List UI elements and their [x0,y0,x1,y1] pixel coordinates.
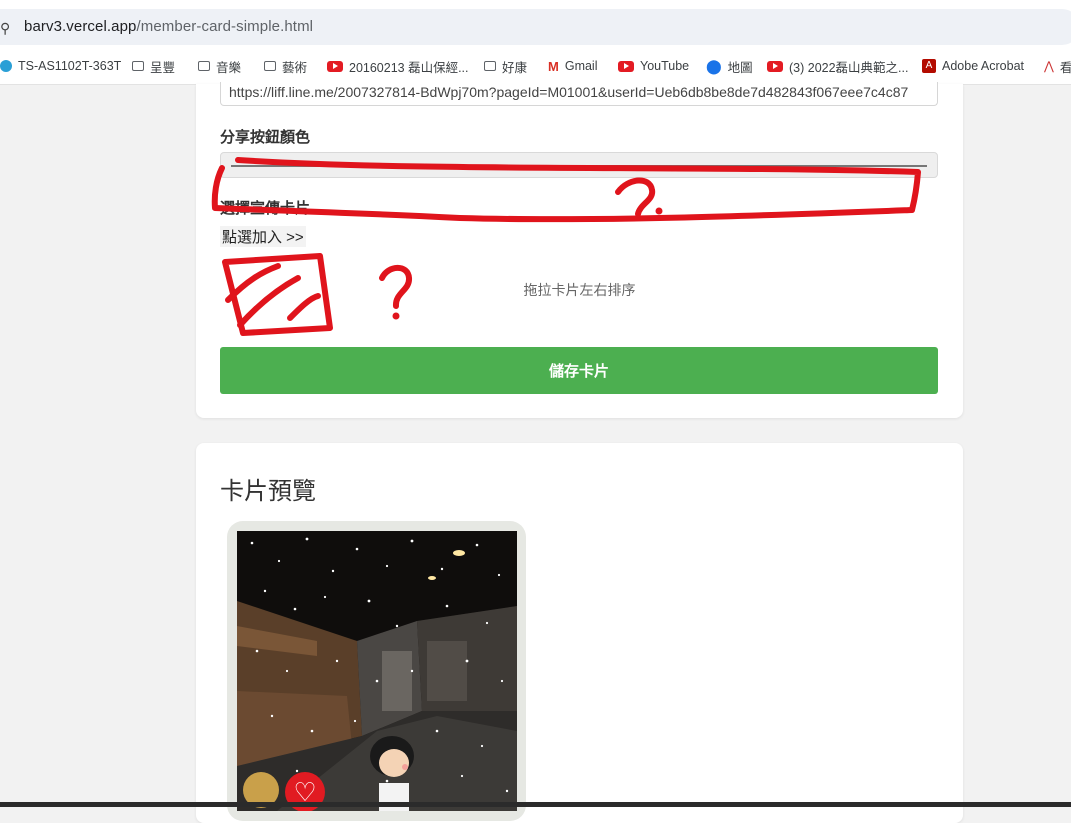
bookmark-video-1[interactable]: 20160213 磊山保經... [327,57,469,75]
maps-icon: ⬤ [706,57,722,74]
nas-icon [0,60,12,72]
bookmark-label: Gmail [564,59,598,73]
url-host: barv3.vercel.app [24,18,137,35]
bookmark-label: 好康 [502,60,528,75]
bookmark-label: 呈豐 [150,60,176,75]
card-settings-panel: https://liff.line.me/2007327814-BdWpj70m… [196,82,963,418]
card-preview-panel: 卡片預覽 ♡ [196,443,963,823]
acrobat-icon: A [922,59,936,73]
bookmark-label: 地圖 [727,60,753,75]
site-info-icon[interactable]: ⚲ [0,20,10,37]
url-text[interactable]: barv3.vercel.app/member-card-simple.html [24,18,313,35]
save-card-button[interactable]: 儲存卡片 [220,347,938,394]
url-path: /member-card-simple.html [136,18,314,35]
youtube-icon [767,60,783,72]
youtube-icon [618,60,634,72]
bookmark-gmail[interactable]: M Gmail [548,57,598,75]
bookmark-video-2[interactable]: (3) 2022磊山典範之... [767,57,908,75]
card-image: ♡ [237,531,517,811]
bookmark-folder-2[interactable]: 音樂 [198,57,241,75]
bookmark-folder-1[interactable]: 呈豐 [132,57,175,75]
bookmark-label: Adobe Acrobat [942,59,1025,73]
bookmark-folder-4[interactable]: 好康 [484,57,527,75]
bookmark-label: 音樂 [216,60,242,75]
select-card-label: 選擇宣傳卡片 [220,200,311,217]
share-button-color-label: 分享按鈕顏色 [220,129,311,146]
share-button-color-picker[interactable] [220,152,938,178]
bookmarks-bar: TS-AS1102T-363T 呈豐 音樂 藝術 20160213 磊山保經..… [0,48,1071,85]
taskbar-strip [0,802,1071,807]
drag-sort-hint: 拖拉卡片左右排序 [523,282,636,298]
bookmark-nas[interactable]: TS-AS1102T-363T [0,57,121,75]
share-link-input[interactable]: https://liff.line.me/2007327814-BdWpj70m… [220,82,938,106]
bookmark-label: YouTube [640,59,690,73]
add-card-link[interactable]: 點選加入 >> [220,226,306,247]
preview-phone-frame: ♡ [227,521,526,821]
folder-icon [198,61,210,71]
bookmark-acrobat[interactable]: A Adobe Acrobat [922,57,1024,75]
folder-icon [264,61,276,71]
bookmark-last[interactable]: ⋀ 看 [1044,57,1071,75]
folder-icon [132,61,144,71]
bookmark-folder-3[interactable]: 藝術 [264,57,307,75]
bookmark-icon: ⋀ [1044,59,1054,73]
bookmark-label: 看 [1059,60,1071,75]
interior-scene-illustration [237,531,517,811]
preview-title: 卡片預覽 [220,478,316,505]
bookmark-maps[interactable]: ⬤ 地圖 [706,57,753,75]
address-bar: ⚲ barv3.vercel.app/member-card-simple.ht… [0,0,1071,48]
folder-icon [484,61,496,71]
bookmark-youtube[interactable]: YouTube [618,57,689,75]
bookmark-label: 20160213 磊山保經... [349,60,469,75]
bookmark-label: TS-AS1102T-363T [18,59,122,73]
youtube-icon [327,60,343,72]
gmail-icon: M [548,58,559,74]
bookmark-label: (3) 2022磊山典範之... [789,60,909,75]
bookmark-label: 藝術 [282,60,308,75]
